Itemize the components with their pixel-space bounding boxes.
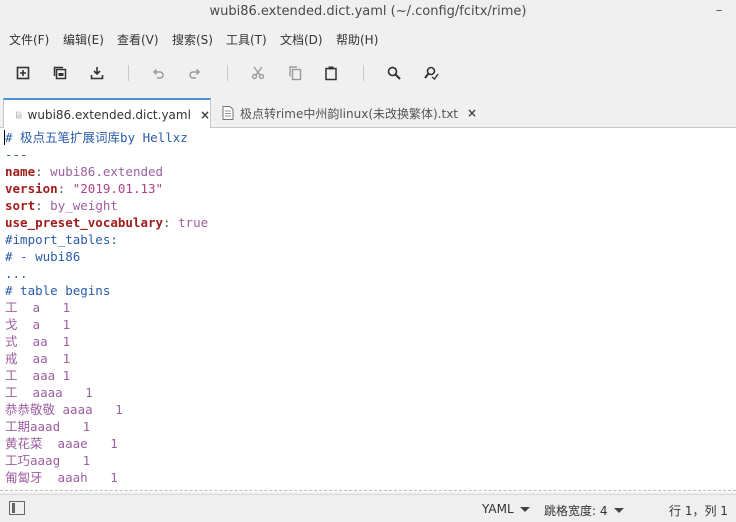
- dict-entry-line: 工 a 1: [5, 300, 71, 315]
- toolbar-separator: [128, 65, 129, 81]
- code-line: #import_tables:: [5, 232, 118, 247]
- editor-divider: [0, 490, 736, 491]
- replace-icon[interactable]: [420, 62, 442, 84]
- dict-entry-line: 工 aaa 1: [5, 368, 71, 383]
- code-line: # - wubi86: [5, 249, 81, 264]
- side-panel-toggle-icon[interactable]: [9, 501, 25, 515]
- text-editor[interactable]: # 极点五笔扩展词库by Hellxz --- name: wubi86.ext…: [0, 128, 736, 492]
- code-line: # table begins: [5, 283, 111, 298]
- yaml-key: version: [5, 181, 58, 196]
- yaml-separator: :: [35, 198, 51, 213]
- dict-entry-line: 戒 aa 1: [5, 351, 71, 366]
- status-bar: YAML 跳格宽度: 4 行 1，列 1: [0, 494, 736, 522]
- code-line: version: "2019.01.13": [5, 180, 208, 197]
- yaml-separator: :: [163, 215, 179, 230]
- toolbar-separator: [363, 65, 364, 81]
- menu-edit[interactable]: 编辑(E): [63, 31, 104, 48]
- title-bar: wubi86.extended.dict.yaml (~/.config/fci…: [0, 0, 736, 26]
- minimize-button[interactable]: –: [712, 2, 726, 20]
- yaml-key: sort: [5, 198, 36, 213]
- menu-search[interactable]: 搜索(S): [172, 31, 213, 48]
- dict-entry-line: 恭恭敬敬 aaaa 1: [5, 402, 123, 417]
- dict-entry-line: 式 aa 1: [5, 334, 71, 349]
- menu-help[interactable]: 帮助(H): [336, 31, 378, 48]
- dict-entry-line: 工巧aaag 1: [5, 453, 91, 468]
- search-icon[interactable]: [383, 62, 405, 84]
- menu-tools[interactable]: 工具(T): [226, 31, 267, 48]
- menu-view[interactable]: 查看(V): [117, 31, 159, 48]
- yaml-separator: :: [35, 164, 51, 179]
- undo-icon[interactable]: [147, 62, 169, 84]
- tab-width-selector[interactable]: 跳格宽度: 4: [544, 502, 624, 519]
- dict-entry-line: 匍匐牙 aaah 1: [5, 470, 118, 485]
- tab-wubi86-extended[interactable]: wubi86.extended.dict.yaml ×: [3, 98, 211, 129]
- tab-jidian-linux[interactable]: 极点转rime中州韵linux(未改换繁体).txt ×: [222, 98, 482, 128]
- code-line: ---: [5, 147, 28, 162]
- tab-close-button[interactable]: ×: [200, 108, 210, 122]
- dict-entry-line: 戈 a 1: [5, 317, 71, 332]
- dict-entry-line: 黄花菜 aaae 1: [5, 436, 118, 451]
- menu-file[interactable]: 文件(F): [9, 31, 49, 48]
- menu-bar: 文件(F) 编辑(E) 查看(V) 搜索(S) 工具(T) 文档(D) 帮助(H…: [0, 28, 736, 50]
- yaml-value: by_weight: [50, 198, 118, 213]
- code-line: sort: by_weight: [5, 197, 208, 214]
- chevron-down-icon: [613, 508, 624, 513]
- language-label: YAML: [482, 502, 514, 516]
- tab-bar: wubi86.extended.dict.yaml × 极点转rime中州韵li…: [0, 98, 736, 129]
- new-file-icon[interactable]: [12, 62, 34, 84]
- tab-label: wubi86.extended.dict.yaml: [27, 107, 191, 122]
- save-file-icon[interactable]: [86, 62, 108, 84]
- yaml-value: true: [178, 215, 209, 230]
- language-selector[interactable]: YAML: [482, 502, 530, 516]
- tab-label: 极点转rime中州韵linux(未改换繁体).txt: [240, 106, 459, 121]
- yaml-key: use_preset_vocabulary: [5, 215, 164, 230]
- code-line: name: wubi86.extended: [5, 163, 208, 180]
- text-file-icon: [222, 106, 234, 120]
- code-line: use_preset_vocabulary: true: [5, 214, 208, 231]
- dict-entry-line: 工 aaaa 1: [5, 385, 93, 400]
- cut-icon[interactable]: [247, 62, 269, 84]
- window-title: wubi86.extended.dict.yaml (~/.config/fci…: [209, 4, 527, 19]
- tab-width-label: 跳格宽度: 4: [544, 504, 608, 518]
- code-line: # 极点五笔扩展词库by Hellxz: [5, 130, 188, 145]
- copy-icon[interactable]: [284, 62, 306, 84]
- cursor-position[interactable]: 行 1，列 1: [669, 502, 728, 519]
- text-file-icon: [16, 111, 22, 118]
- yaml-key: name: [5, 164, 36, 179]
- toolbar-separator: [227, 65, 228, 81]
- menu-documents[interactable]: 文档(D): [280, 31, 323, 48]
- paste-icon[interactable]: [320, 62, 342, 84]
- editor-lines: # 极点五笔扩展词库by Hellxz --- name: wubi86.ext…: [5, 129, 208, 486]
- code-line: ...: [5, 266, 28, 281]
- toolbar: [0, 57, 736, 89]
- redo-icon[interactable]: [184, 62, 206, 84]
- chevron-down-icon: [519, 506, 530, 512]
- yaml-value: wubi86.extended: [50, 164, 164, 179]
- yaml-value: "2019.01.13": [72, 181, 164, 196]
- tab-close-button[interactable]: ×: [467, 106, 477, 120]
- open-file-icon[interactable]: [49, 62, 71, 84]
- dict-entry-line: 工期aaad 1: [5, 419, 91, 434]
- yaml-separator: :: [57, 181, 73, 196]
